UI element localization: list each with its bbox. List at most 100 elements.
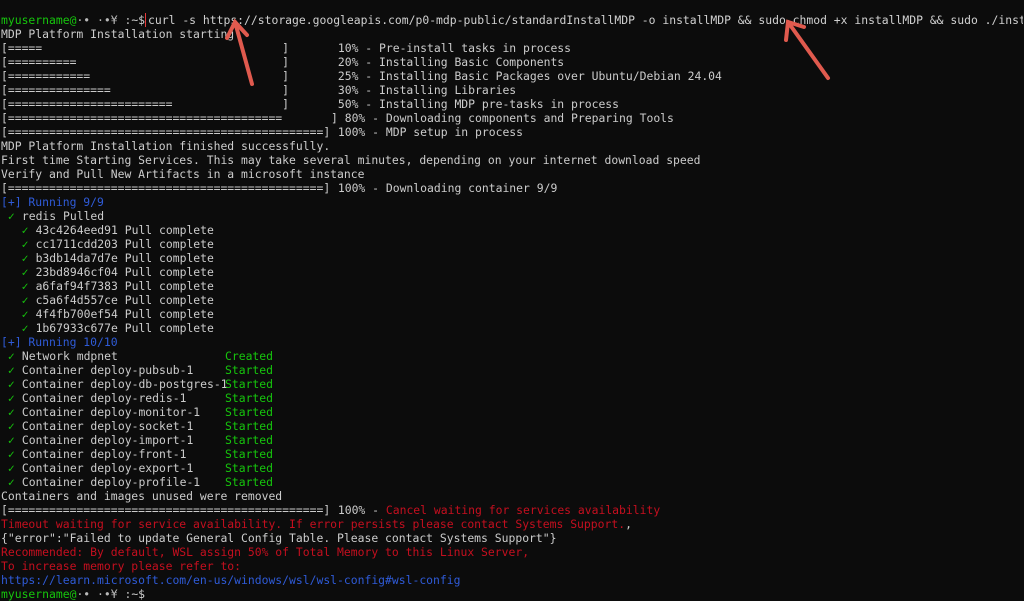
recommend-text: Recommended: By default, WSL assign 50% … <box>1 545 530 559</box>
prompt-user-host: myusername@ <box>1 587 77 601</box>
progress-text: 20% - Installing Basic Components <box>337 55 565 69</box>
redis-pulled-line: ✓ redis Pulled <box>1 209 1023 223</box>
progress-text: ] 80% - Downloading components and Prepa… <box>331 111 674 125</box>
container-item: ✓ Container deploy-export-1 Started <box>1 461 1023 475</box>
check-icon: ✓ <box>7 433 15 447</box>
container-name: Container deploy-monitor-1 <box>21 405 201 419</box>
check-icon: ✓ <box>7 391 15 405</box>
progress-bar: [=======================================… <box>1 125 331 139</box>
progress-line: [=======================================… <box>1 125 1023 139</box>
cancel-bar: [=======================================… <box>1 503 331 517</box>
running-header: [+] Running 9/9 <box>1 195 104 209</box>
pull-text: cc1711cdd203 Pull complete <box>35 237 214 251</box>
memory-text: To increase memory please refer to: <box>1 559 242 573</box>
check-icon: ✓ <box>21 223 29 237</box>
check-icon: ✓ <box>7 419 15 433</box>
download-bar: [=======================================… <box>1 181 331 195</box>
container-item: ✓ Container deploy-profile-1 Started <box>1 475 1023 489</box>
container-status: Started <box>225 363 274 377</box>
prompt-path: ~$ <box>131 587 146 601</box>
cancel-text: Cancel waiting for services availability <box>385 503 661 517</box>
progress-line: [=============== ] 30% - Installing Libr… <box>1 83 1023 97</box>
progress-bar: [========== ] <box>1 55 290 69</box>
cancel-line: [=======================================… <box>1 503 1023 517</box>
check-icon: ✓ <box>7 405 15 419</box>
pull-item: ✓ cc1711cdd203 Pull complete <box>1 237 1023 251</box>
check-icon: ✓ <box>21 321 29 335</box>
prompt-path: ~$ <box>131 13 146 27</box>
check-icon: ✓ <box>7 447 15 461</box>
container-name: Container deploy-socket-1 <box>21 419 194 433</box>
container-item: ✓ Container deploy-db-postgres-1 Started <box>1 377 1023 391</box>
pull-item: ✓ 23bd8946cf04 Pull complete <box>1 265 1023 279</box>
pull-text: b3db14da7d7e Pull complete <box>35 251 214 265</box>
progress-text: 10% - Pre-install tasks in process <box>337 41 572 55</box>
progress-bar: [=============== ] <box>1 83 290 97</box>
progress-bar: [=======================================… <box>1 111 283 125</box>
check-icon: ✓ <box>21 237 29 251</box>
check-icon: ✓ <box>21 307 29 321</box>
check-icon: ✓ <box>7 475 15 489</box>
download-text: 100% - Downloading container 9/9 <box>337 181 558 195</box>
progress-text: 100% - MDP setup in process <box>337 125 524 139</box>
container-name: Container deploy-redis-1 <box>21 391 187 405</box>
intro-text: MDP Platform Installation starting <box>1 27 235 41</box>
progress-text: 30% - Installing Libraries <box>337 83 517 97</box>
check-icon: ✓ <box>7 461 15 475</box>
container-item: ✓ Container deploy-pubsub-1 Started <box>1 363 1023 377</box>
pull-text: 43c4264eed91 Pull complete <box>35 223 214 237</box>
pull-item: ✓ c5a6f4d557ce Pull complete <box>1 293 1023 307</box>
check-icon: ✓ <box>7 363 15 377</box>
prompt-user-host: myusername@ <box>1 13 77 27</box>
container-name: Container deploy-profile-1 <box>21 475 201 489</box>
wsl-config-link[interactable]: https://learn.microsoft.com/en-us/window… <box>1 573 1023 587</box>
container-name: Network mdpnet <box>21 349 118 363</box>
container-name: Container deploy-import-1 <box>21 433 194 447</box>
container-status: Started <box>225 433 274 447</box>
progress-line: [=======================================… <box>1 111 1023 125</box>
pull-item: ✓ b3db14da7d7e Pull complete <box>1 251 1023 265</box>
pull-item: ✓ 43c4264eed91 Pull complete <box>1 223 1023 237</box>
timeout-suffix: , <box>625 517 632 531</box>
pull-text: 1b67933c677e Pull complete <box>35 321 214 335</box>
removed-text: Containers and images unused were remove… <box>1 489 283 503</box>
pull-item: ✓ a6faf94f7383 Pull complete <box>1 279 1023 293</box>
finished-text: MDP Platform Installation finished succe… <box>1 139 331 153</box>
cancel-pct: 100% - <box>337 503 386 517</box>
container-status: Started <box>225 447 274 461</box>
verify-text: Verify and Pull New Artifacts in a micro… <box>1 167 365 181</box>
check-icon: ✓ <box>7 349 15 363</box>
progress-bar: [============ ] <box>1 69 290 83</box>
check-icon: ✓ <box>21 251 29 265</box>
pull-text: 23bd8946cf04 Pull complete <box>35 265 214 279</box>
pull-text: a6faf94f7383 Pull complete <box>35 279 214 293</box>
pull-item: ✓ 1b67933c677e Pull complete <box>1 321 1023 335</box>
prompt-line: myusername@·• ·•¥ :~$ curl -s https://sto… <box>1 13 1023 27</box>
container-status: Created <box>225 349 274 363</box>
container-name: Container deploy-db-postgres-1 <box>21 377 228 391</box>
progress-line: [======================== ] 50% - Instal… <box>1 97 1023 111</box>
container-name: Container deploy-export-1 <box>21 461 194 475</box>
check-icon: ✓ <box>21 293 29 307</box>
prompt-host-glyphs: ·• ·•¥ : <box>76 13 132 27</box>
error-json: {"error":"Failed to update General Confi… <box>1 531 557 545</box>
container-status: Started <box>225 391 274 405</box>
pull-text: 4f4fb700ef54 Pull complete <box>35 307 214 321</box>
prompt-host-glyphs: ·• ·•¥ : <box>76 587 132 601</box>
container-status: Started <box>225 475 274 489</box>
container-item: ✓ Container deploy-redis-1 Started <box>1 391 1023 405</box>
timeout-text: Timeout waiting for service availability… <box>1 517 626 531</box>
terminal-output: myusername@·• ·•¥ :~$ curl -s https://sto… <box>1 13 1023 601</box>
timeout-line: Timeout waiting for service availability… <box>1 517 1023 531</box>
check-icon: ✓ <box>21 265 29 279</box>
redis-pulled-text: redis Pulled <box>21 209 105 223</box>
progress-text: 50% - Installing MDP pre-tasks in proces… <box>337 97 620 111</box>
progress-line: [============ ] 25% - Installing Basic P… <box>1 69 1023 83</box>
container-name: Container deploy-front-1 <box>21 447 187 461</box>
container-item: ✓ Network mdpnet Created <box>1 349 1023 363</box>
command-input[interactable]: curl -s https://storage.googleapis.com/p… <box>145 13 1023 27</box>
pull-text: c5a6f4d557ce Pull complete <box>35 293 214 307</box>
download-line: [=======================================… <box>1 181 1023 195</box>
check-icon: ✓ <box>21 279 29 293</box>
pull-item: ✓ 4f4fb700ef54 Pull complete <box>1 307 1023 321</box>
